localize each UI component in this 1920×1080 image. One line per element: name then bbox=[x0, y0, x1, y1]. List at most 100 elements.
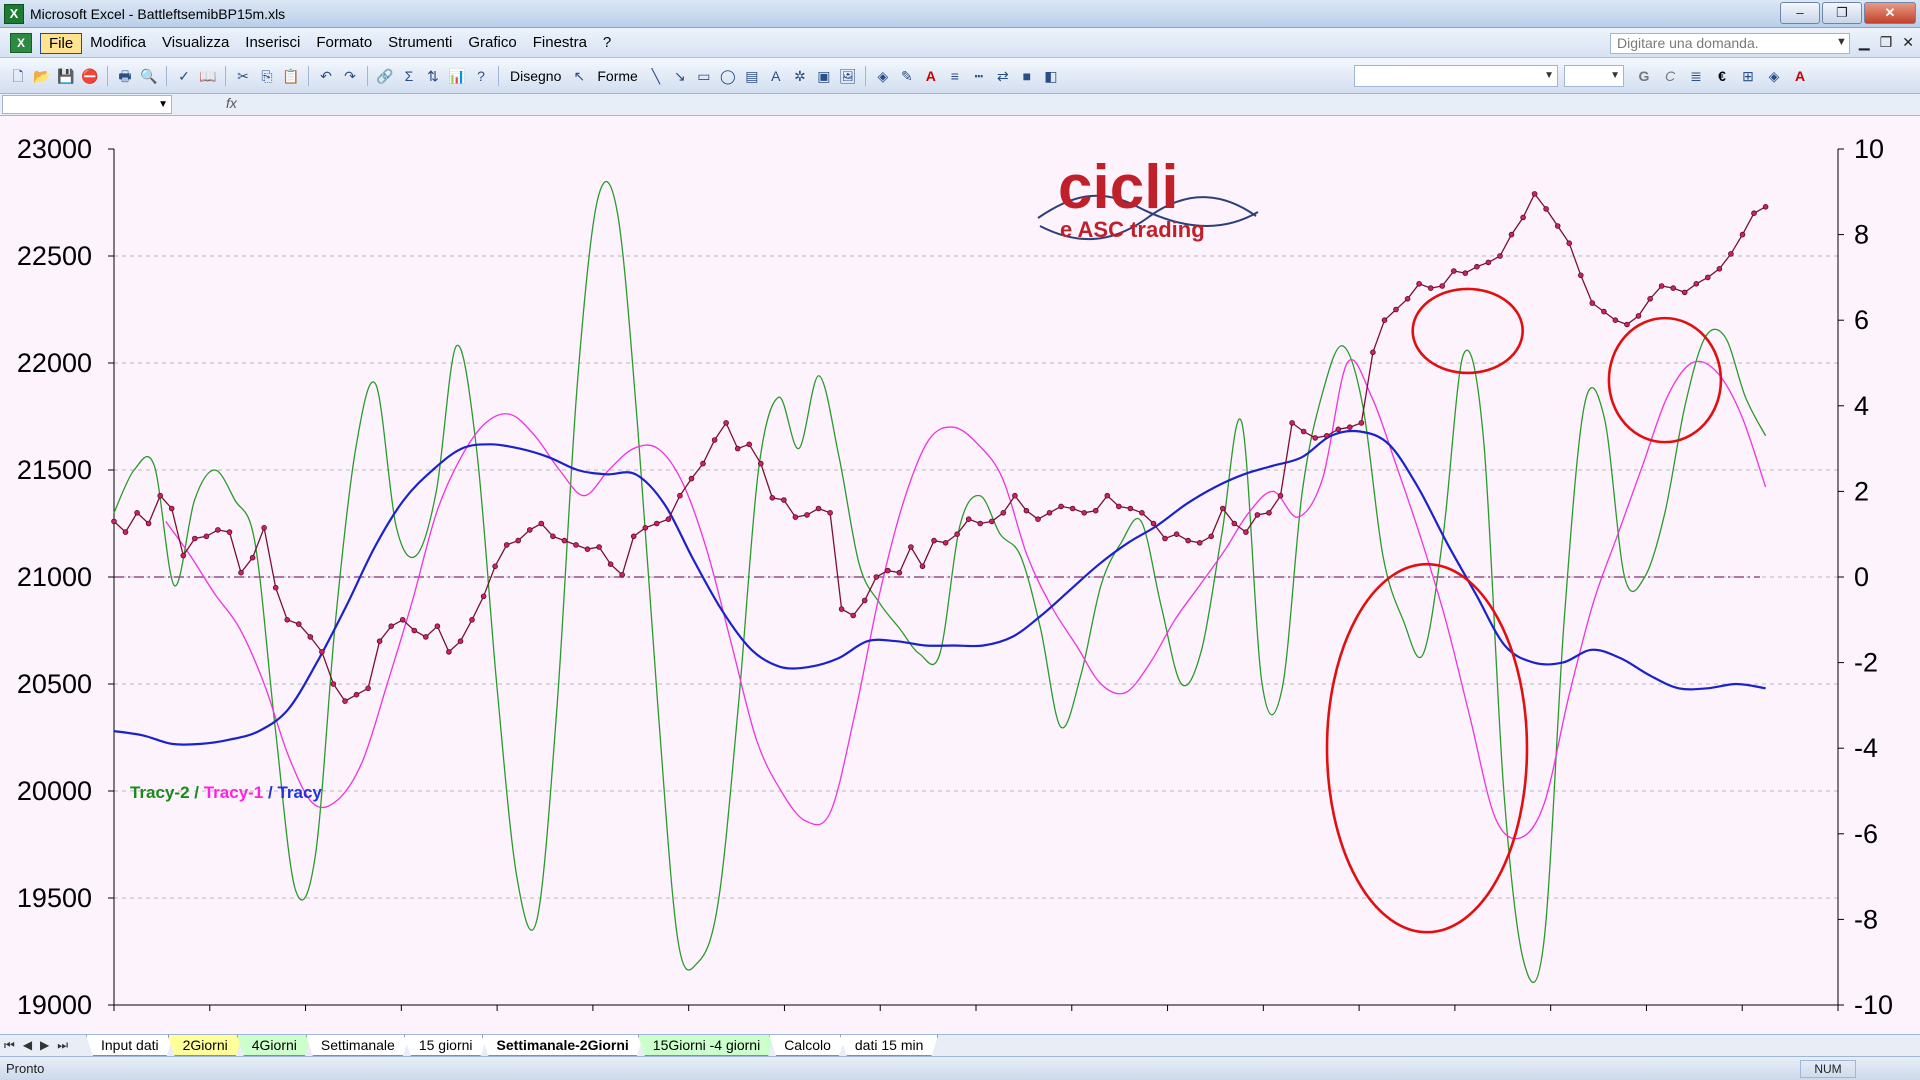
menu-item-formato[interactable]: Formato bbox=[308, 33, 380, 54]
price-point bbox=[873, 574, 880, 580]
font-color-icon[interactable]: A bbox=[921, 66, 941, 86]
sheet-tab[interactable]: Calcolo bbox=[769, 1035, 846, 1056]
paste-icon[interactable]: 📋 bbox=[281, 66, 301, 86]
close-button[interactable]: ✕ bbox=[1864, 2, 1916, 24]
autosum-icon[interactable]: Σ bbox=[399, 66, 419, 86]
fill-color-icon[interactable]: ◈ bbox=[873, 66, 893, 86]
menu-item-grafico[interactable]: Grafico bbox=[460, 33, 524, 54]
last-sheet-icon[interactable]: ⏭ bbox=[57, 1038, 68, 1053]
redo-icon[interactable]: ↷ bbox=[340, 66, 360, 86]
workbook-minimize-icon[interactable]: ▁ bbox=[1859, 34, 1870, 51]
font-size-select[interactable]: ▼ bbox=[1564, 65, 1624, 87]
excel-app-icon[interactable]: X bbox=[4, 4, 24, 24]
line-color-icon[interactable]: ✎ bbox=[897, 66, 917, 86]
autoshapes-menu-button[interactable]: Forme bbox=[593, 66, 641, 86]
save-icon[interactable]: 💾 bbox=[56, 66, 76, 86]
permission-icon[interactable]: ⛔ bbox=[80, 66, 100, 86]
price-point bbox=[1612, 317, 1619, 324]
spelling-icon[interactable]: ✓ bbox=[174, 66, 194, 86]
first-sheet-icon[interactable]: ⏮ bbox=[4, 1038, 15, 1053]
help-icon[interactable]: ? bbox=[471, 66, 491, 86]
menu-item-finestra[interactable]: Finestra bbox=[525, 33, 595, 54]
select-pointer-icon[interactable]: ↖ bbox=[569, 66, 589, 86]
price-point bbox=[1647, 296, 1653, 302]
restore-button[interactable]: ❐ bbox=[1822, 2, 1862, 24]
textbox-icon[interactable]: ▤ bbox=[742, 66, 762, 86]
sheet-tab[interactable]: 15Giorni -4 giorni bbox=[638, 1035, 775, 1056]
cut-icon[interactable]: ✂ bbox=[233, 66, 253, 86]
menu-item-modifica[interactable]: Modifica bbox=[82, 33, 154, 54]
help-search-input[interactable]: Digitare una domanda. bbox=[1610, 33, 1850, 54]
arrow-style-icon[interactable]: ⇄ bbox=[993, 66, 1013, 86]
chart-wizard-icon[interactable]: 📊 bbox=[447, 66, 467, 86]
price-point bbox=[1092, 507, 1099, 514]
price-point bbox=[342, 698, 348, 704]
research-icon[interactable]: 📖 bbox=[198, 66, 218, 86]
sort-icon[interactable]: ⇅ bbox=[423, 66, 443, 86]
undo-icon[interactable]: ↶ bbox=[316, 66, 336, 86]
align-icon[interactable]: ≣ bbox=[1686, 66, 1706, 86]
chevron-down-icon[interactable]: ▼ bbox=[1836, 36, 1847, 48]
right-tick-label: 10 bbox=[1854, 134, 1884, 164]
line-icon[interactable]: ╲ bbox=[646, 66, 666, 86]
price-point bbox=[884, 567, 891, 574]
hyperlink-icon[interactable]: 🔗 bbox=[375, 66, 395, 86]
menu-item-strumenti[interactable]: Strumenti bbox=[380, 33, 460, 54]
bold-button[interactable]: G bbox=[1634, 66, 1654, 86]
chart-area[interactable]: 23000 22500 22000 21500 21000 20500 20000 19500… bbox=[0, 116, 1920, 1034]
currency-button[interactable]: € bbox=[1712, 66, 1732, 86]
workbook-restore-icon[interactable]: ❐ bbox=[1880, 34, 1893, 51]
copy-icon[interactable]: ⎘ bbox=[257, 66, 277, 86]
next-sheet-icon[interactable]: ▶ bbox=[40, 1038, 49, 1053]
price-point bbox=[838, 606, 845, 612]
sheet-tab[interactable]: Settimanale-2Giorni bbox=[482, 1035, 644, 1056]
toolbar-separator bbox=[864, 66, 866, 86]
red-circle-2 bbox=[1607, 316, 1723, 444]
price-point bbox=[469, 616, 475, 623]
menu-item-file[interactable]: File bbox=[40, 33, 83, 54]
dash-style-icon[interactable]: ┅ bbox=[969, 66, 989, 86]
prev-sheet-icon[interactable]: ◀ bbox=[23, 1038, 32, 1053]
format-toolbar: G C ≣ € ⊞ ◈ A bbox=[1634, 66, 1810, 86]
rectangle-icon[interactable]: ▭ bbox=[694, 66, 714, 86]
print-preview-icon[interactable]: 🔍 bbox=[139, 66, 159, 86]
font-name-select[interactable]: ▼ bbox=[1354, 65, 1558, 87]
menu-item-inserisci[interactable]: Inserisci bbox=[237, 33, 308, 54]
price-point bbox=[653, 520, 660, 527]
sheet-tab[interactable]: Input dati bbox=[86, 1035, 174, 1056]
new-document-icon[interactable]: 🗋 bbox=[8, 66, 28, 86]
function-icon[interactable]: fx bbox=[226, 95, 237, 111]
workbook-icon[interactable]: X bbox=[10, 33, 32, 53]
clipart-icon[interactable]: ▣ bbox=[814, 66, 834, 86]
menu-item-visualizza[interactable]: Visualizza bbox=[154, 33, 237, 54]
arrow-icon[interactable]: ↘ bbox=[670, 66, 690, 86]
toolbar-separator bbox=[498, 66, 499, 86]
sheet-tab[interactable]: 15 giorni bbox=[404, 1035, 488, 1056]
print-icon[interactable]: 🖶 bbox=[115, 66, 135, 86]
shadow-icon[interactable]: ■ bbox=[1017, 66, 1037, 86]
font-color-icon[interactable]: A bbox=[1790, 66, 1810, 86]
oval-icon[interactable]: ◯ bbox=[718, 66, 738, 86]
fill-color-icon[interactable]: ◈ bbox=[1764, 66, 1784, 86]
sheet-tab[interactable]: Settimanale bbox=[306, 1035, 410, 1056]
price-point bbox=[1670, 285, 1676, 291]
price-point bbox=[1404, 296, 1411, 302]
name-box[interactable]: ▼ bbox=[2, 95, 172, 114]
menu-item-[interactable]: ? bbox=[595, 33, 619, 54]
wordart-icon[interactable]: A bbox=[766, 66, 786, 86]
open-folder-icon[interactable]: 📂 bbox=[32, 66, 52, 86]
picture-icon[interactable]: 🖼 bbox=[838, 66, 858, 86]
sheet-tab[interactable]: 4Giorni bbox=[237, 1035, 312, 1056]
sheet-tab[interactable]: dati 15 min bbox=[840, 1035, 938, 1056]
line-style-icon[interactable]: ≡ bbox=[945, 66, 965, 86]
right-tick-label: 8 bbox=[1854, 220, 1869, 250]
sheet-tab[interactable]: 2Giorni bbox=[168, 1035, 243, 1056]
3d-style-icon[interactable]: ◧ bbox=[1041, 66, 1061, 86]
minimize-button[interactable]: – bbox=[1780, 2, 1820, 24]
diagram-icon[interactable]: ✲ bbox=[790, 66, 810, 86]
toolbar-separator bbox=[367, 66, 368, 86]
italic-button[interactable]: C bbox=[1660, 66, 1680, 86]
drawing-menu-button[interactable]: Disegno bbox=[506, 66, 565, 86]
workbook-close-icon[interactable]: ✕ bbox=[1902, 34, 1914, 51]
borders-icon[interactable]: ⊞ bbox=[1738, 66, 1758, 86]
